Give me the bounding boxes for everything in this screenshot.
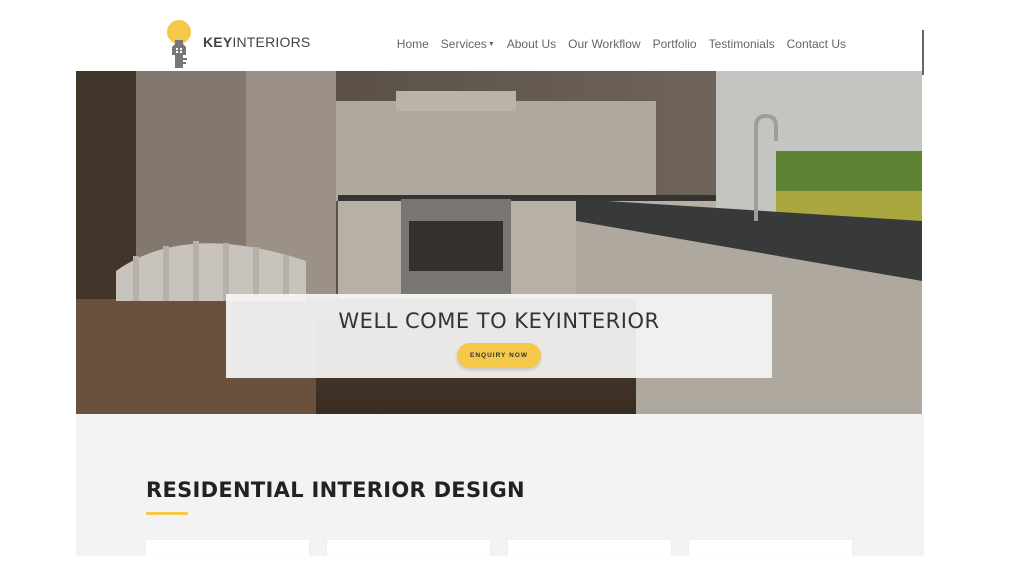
key-house-icon — [167, 20, 191, 68]
site-header: KEYINTERIORS Home Services▼ About Us Our… — [76, 20, 924, 71]
section-title: RESIDENTIAL INTERIOR DESIGN — [146, 478, 525, 502]
service-card[interactable] — [508, 540, 671, 556]
service-card[interactable] — [146, 540, 309, 556]
nav-item-contact[interactable]: Contact Us — [787, 37, 846, 51]
nav-item-services[interactable]: Services▼ — [441, 37, 495, 51]
scrollbar[interactable] — [922, 30, 924, 75]
caret-down-icon: ▼ — [487, 41, 495, 49]
title-underline — [146, 512, 188, 515]
main-nav: Home Services▼ About Us Our Workflow Por… — [397, 37, 846, 51]
enquiry-now-button[interactable]: ENQUIRY NOW — [457, 343, 541, 368]
nav-item-workflow[interactable]: Our Workflow — [568, 37, 640, 51]
hero-banner: WELL COME TO KEYINTERIOR ENQUIRY NOW — [76, 71, 922, 414]
brand-logo[interactable]: KEYINTERIORS — [166, 20, 326, 70]
nav-item-testimonials[interactable]: Testimonials — [709, 37, 775, 51]
welcome-box: WELL COME TO KEYINTERIOR ENQUIRY NOW — [226, 294, 772, 378]
nav-item-portfolio[interactable]: Portfolio — [653, 37, 697, 51]
residential-section: RESIDENTIAL INTERIOR DESIGN — [76, 414, 924, 556]
nav-item-about[interactable]: About Us — [507, 37, 556, 51]
nav-item-home[interactable]: Home — [397, 37, 429, 51]
brand-name: KEYINTERIORS — [203, 34, 311, 50]
service-card[interactable] — [689, 540, 852, 556]
hero-title: WELL COME TO KEYINTERIOR — [338, 309, 660, 333]
service-card[interactable] — [327, 540, 490, 556]
